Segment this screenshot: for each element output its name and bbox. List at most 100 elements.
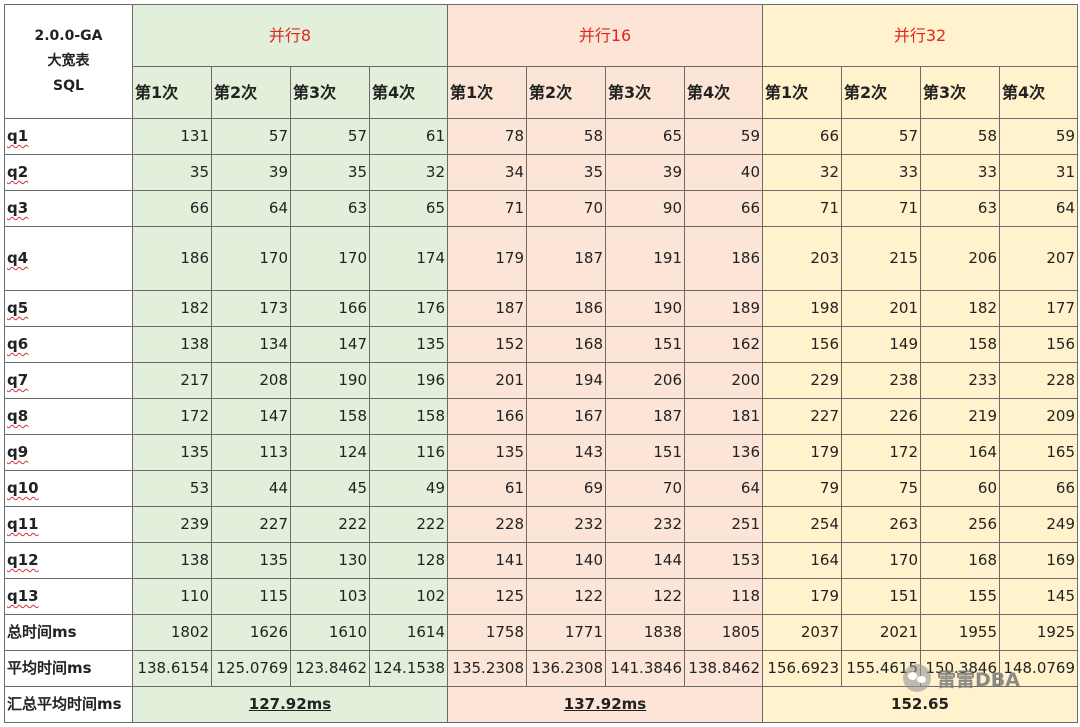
row-label-text: q1 [7,127,29,145]
row-label-text: q9 [7,443,29,461]
value-cell: 227 [762,398,842,435]
value-cell: 172 [841,434,921,471]
value-cell: 136.2308 [526,650,606,687]
table-row: q13 110 115 103 102 125 122 122 118 179 151 155 145 [4,578,1078,615]
value-cell: 249 [999,506,1078,543]
row-label: q12 [4,542,133,579]
row-label-text: q4 [7,249,29,267]
value-cell: 172 [132,398,212,435]
value-cell: 167 [526,398,606,435]
value-cell: 182 [920,290,1000,327]
value-cell: 177 [999,290,1078,327]
table-row: q11 239 227 222 222 228 232 232 251 254 263 256 249 [4,506,1078,543]
value-cell: 75 [841,470,921,507]
value-cell: 138.8462 [684,650,763,687]
value-cell: 57 [290,118,370,155]
table-row: q4 186 170 170 174 179 187 191 186 203 215 206 207 [4,226,1078,291]
run-header: 第4次 [999,66,1078,119]
value-cell: 138 [132,326,212,363]
value-cell: 35 [132,154,212,191]
value-cell: 2021 [841,614,921,651]
value-cell: 1805 [684,614,763,651]
value-cell: 251 [684,506,763,543]
value-cell: 187 [447,290,527,327]
value-cell: 201 [841,290,921,327]
value-cell: 228 [999,362,1078,399]
run-header: 第1次 [762,66,842,119]
value-cell: 66 [684,190,763,227]
value-cell: 174 [369,226,448,291]
value-cell: 2037 [762,614,842,651]
value-cell: 122 [605,578,685,615]
value-cell: 158 [290,398,370,435]
summary-value-cell: 127.92ms [132,686,448,723]
value-cell: 228 [447,506,527,543]
value-cell: 233 [920,362,1000,399]
value-cell: 166 [290,290,370,327]
corner-header: 2.0.0-GA 大宽表 SQL [4,4,133,119]
value-cell: 201 [447,362,527,399]
run-header: 第4次 [369,66,448,119]
value-cell: 103 [290,578,370,615]
value-cell: 32 [762,154,842,191]
value-cell: 90 [605,190,685,227]
value-cell: 155 [920,578,1000,615]
run-header: 第1次 [132,66,212,119]
value-cell: 33 [841,154,921,191]
row-label: 平均时间ms [4,650,133,687]
value-cell: 165 [999,434,1078,471]
value-cell: 130 [290,542,370,579]
value-cell: 196 [369,362,448,399]
row-label-text: q8 [7,407,29,425]
value-cell: 71 [841,190,921,227]
value-cell: 144 [605,542,685,579]
corner-line-sql: SQL [53,78,84,94]
value-cell: 1955 [920,614,1000,651]
value-cell: 65 [605,118,685,155]
value-cell: 35 [526,154,606,191]
run-header: 第1次 [447,66,527,119]
value-cell: 186 [684,226,763,291]
value-cell: 59 [999,118,1078,155]
value-cell: 124.1538 [369,650,448,687]
value-cell: 116 [369,434,448,471]
value-cell: 59 [684,118,763,155]
value-cell: 158 [369,398,448,435]
value-cell: 179 [762,434,842,471]
value-cell: 187 [605,398,685,435]
value-cell: 203 [762,226,842,291]
value-cell: 64 [684,470,763,507]
value-cell: 128 [369,542,448,579]
value-cell: 78 [447,118,527,155]
value-cell: 170 [841,542,921,579]
value-cell: 66 [999,470,1078,507]
value-cell: 135 [369,326,448,363]
value-cell: 143 [526,434,606,471]
value-cell: 31 [999,154,1078,191]
value-cell: 168 [526,326,606,363]
value-cell: 135 [211,542,291,579]
group-header-row: 2.0.0-GA 大宽表 SQL 并行8 并行16 并行32 [4,4,1078,119]
value-cell: 110 [132,578,212,615]
value-cell: 256 [920,506,1000,543]
value-cell: 151 [841,578,921,615]
corner-line-version: 2.0.0-GA [34,28,103,44]
value-cell: 1758 [447,614,527,651]
table-row: q10 53 44 45 49 61 69 70 64 79 75 60 66 [4,470,1078,507]
value-cell: 1610 [290,614,370,651]
value-cell: 141.3846 [605,650,685,687]
corner-line-table: 大宽表 [47,53,90,69]
value-cell: 138.6154 [132,650,212,687]
value-cell: 60 [920,470,1000,507]
value-cell: 135.2308 [447,650,527,687]
value-cell: 66 [762,118,842,155]
value-cell: 1771 [526,614,606,651]
value-cell: 70 [526,190,606,227]
row-label: q9 [4,434,133,471]
value-cell: 71 [762,190,842,227]
value-cell: 186 [132,226,212,291]
value-cell: 176 [369,290,448,327]
value-cell: 162 [684,326,763,363]
run-header-row: 第1次 第2次 第3次 第4次 第1次 第2次 第3次 第4次 第1次 第2次 第3次 第4次 [5,66,1078,119]
value-cell: 206 [920,226,1000,291]
